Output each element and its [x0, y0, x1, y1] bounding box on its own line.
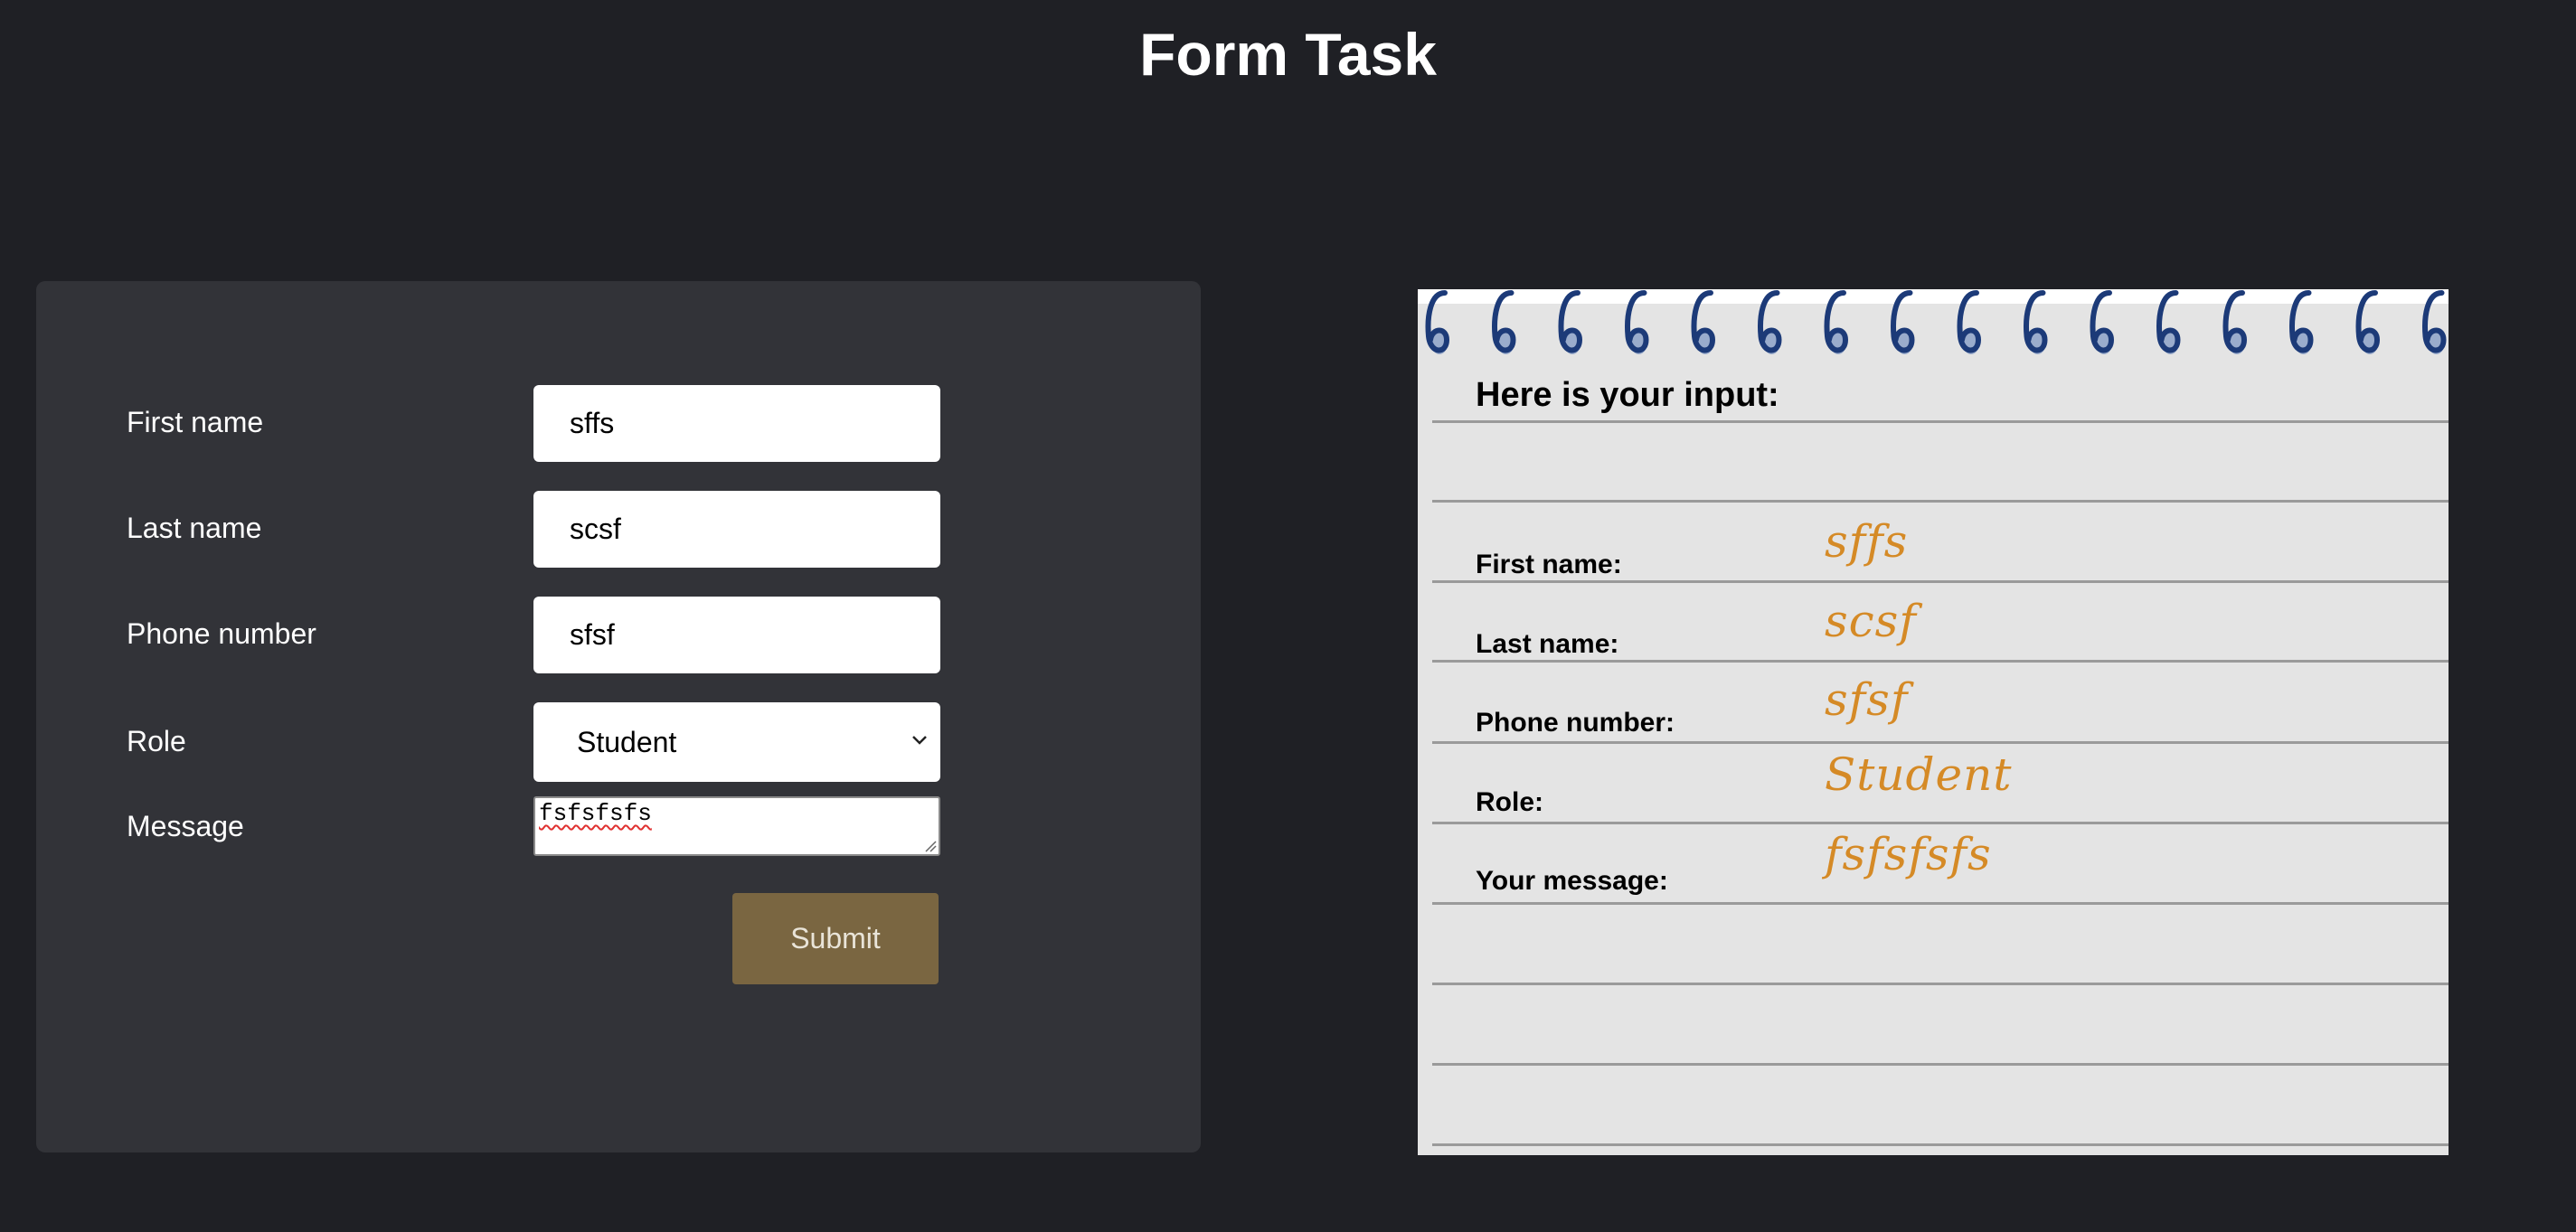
phone-number-input[interactable]: sfsf — [533, 597, 940, 673]
role-select[interactable]: Student — [533, 702, 940, 782]
notebook-rule — [1432, 741, 2449, 744]
form-card: First name sffs Last name scsf Phone num… — [36, 281, 1201, 1152]
notebook-rule — [1432, 500, 2449, 503]
message-textarea[interactable]: fsfsfsfs — [533, 796, 940, 856]
notebook-rule — [1432, 1143, 2449, 1146]
spiral-binding-icon — [1425, 290, 2447, 354]
resize-grip-icon[interactable] — [924, 840, 937, 852]
page: Form Task First name sffs Last name scsf… — [0, 0, 2576, 1232]
spiral-ring — [2156, 290, 2181, 354]
nb-first-name-value: sffs — [1825, 515, 1909, 568]
nb-message-label: Your message: — [1476, 866, 1668, 896]
role-label: Role — [127, 725, 186, 757]
nb-last-name-label: Last name: — [1476, 629, 1619, 659]
spiral-ring — [1558, 290, 1583, 354]
nb-role-value: Student — [1825, 748, 2013, 801]
spiral-ring — [2289, 290, 2314, 354]
notebook-rule — [1432, 1063, 2449, 1066]
chevron-down-icon — [912, 736, 927, 745]
nb-phone-number-label: Phone number: — [1476, 708, 1675, 738]
notebook-rule — [1432, 660, 2449, 663]
last-name-label: Last name — [127, 512, 262, 544]
notebook-rule — [1432, 902, 2449, 905]
nb-message-value: fsfsfsfs — [1825, 828, 1992, 880]
notebook-heading: Here is your input: — [1476, 376, 1779, 414]
spiral-ring — [2090, 290, 2115, 354]
spiral-ring — [1691, 290, 1716, 354]
spiral-ring — [1625, 290, 1649, 354]
nb-first-name-label: First name: — [1476, 550, 1622, 579]
nb-role-label: Role: — [1476, 787, 1543, 817]
notebook-rule — [1432, 420, 2449, 423]
spiral-ring — [1425, 290, 1450, 354]
message-text: fsfsfsfs — [539, 800, 652, 827]
first-name-label: First name — [127, 406, 264, 438]
last-name-input[interactable]: scsf — [533, 491, 940, 568]
spiral-ring — [2355, 290, 2381, 354]
spiral-ring — [1824, 290, 1849, 354]
spiral-ring — [2024, 290, 2048, 354]
spiral-ring — [2422, 290, 2447, 354]
message-label: Message — [127, 810, 244, 842]
first-name-input[interactable]: sffs — [533, 385, 940, 462]
spiral-ring — [1492, 290, 1516, 354]
notebook-rule — [1432, 822, 2449, 824]
notebook-rule — [1432, 580, 2449, 583]
spiral-ring — [1891, 290, 1915, 354]
page-title: Form Task — [1139, 21, 1437, 88]
notebook-panel: Here is your input: First name: sffs Las… — [1418, 289, 2449, 1155]
phone-number-label: Phone number — [127, 617, 316, 650]
nb-phone-number-value: sfsf — [1825, 673, 1909, 726]
notebook-rule — [1432, 983, 2449, 985]
spiral-ring — [2222, 290, 2248, 354]
submit-button[interactable]: Submit — [732, 893, 939, 984]
spiral-ring — [1758, 290, 1782, 354]
role-select-value: Student — [577, 725, 677, 758]
spiral-ring — [1957, 290, 1982, 354]
nb-last-name-value: scsf — [1825, 595, 1917, 647]
